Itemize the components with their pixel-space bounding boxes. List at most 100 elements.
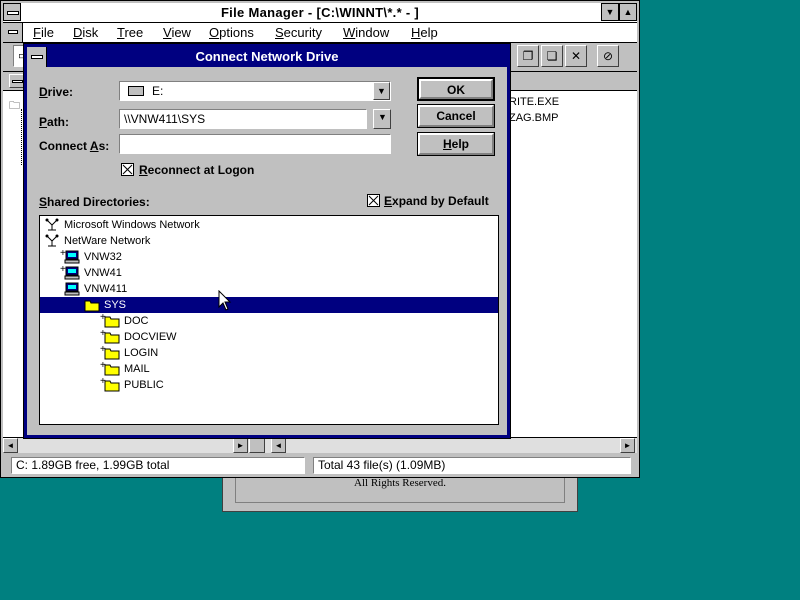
menu-tree[interactable]: Tree (117, 25, 143, 40)
files-horizontal-scrollbar[interactable]: ◄ ► (271, 437, 637, 453)
file-manager-titlebar[interactable]: File Manager - [C:\WINNT\*.* - ] ▼ ▲ (3, 3, 637, 23)
file-item[interactable]: RITE.EXE (509, 96, 559, 108)
tree-item[interactable]: Microsoft Windows Network (40, 217, 498, 233)
status-bar: C: 1.89GB free, 1.99GB total Total 43 fi… (3, 454, 637, 476)
tree-item[interactable]: + PUBLIC (40, 376, 498, 393)
folder-icon (104, 362, 120, 376)
reconnect-checkbox[interactable] (121, 163, 134, 176)
ok-button[interactable]: OK (417, 77, 495, 101)
copyright-text: All Rights Reserved. (354, 477, 446, 489)
network-icon (44, 234, 60, 248)
tree-item-label: VNW411 (84, 283, 128, 295)
copy-icon: ❐ (522, 49, 534, 63)
mouse-cursor-icon (218, 290, 232, 311)
disk-free-status: C: 1.89GB free, 1.99GB total (11, 457, 305, 474)
tree-item[interactable]: + DOCVIEW (40, 328, 498, 345)
document-system-menu-button[interactable] (3, 23, 23, 42)
scroll-left-icon[interactable]: ◄ (271, 438, 286, 453)
tree-item-label: VNW32 (84, 251, 122, 263)
dialog-titlebar[interactable]: Connect Network Drive (27, 47, 507, 67)
path-label: Path: (39, 115, 70, 129)
move-icon: ❏ (546, 49, 558, 63)
path-dropdown-button[interactable]: ▼ (373, 109, 391, 129)
scroll-right-icon[interactable]: ► (233, 438, 248, 453)
file-item[interactable]: ZAG.BMP (509, 112, 559, 124)
connect-drive-button[interactable]: ⊘ (597, 45, 619, 67)
minimize-icon: ▼ (605, 7, 615, 17)
folder-icon (84, 298, 100, 312)
help-button-label: Help (418, 133, 494, 155)
shared-directories-list[interactable]: Microsoft Windows Network NetWare Network… (39, 215, 499, 425)
maximize-button[interactable]: ▲ (619, 3, 637, 21)
drive-value: E: (152, 84, 164, 98)
connect-as-input[interactable] (119, 134, 391, 154)
tree-item[interactable]: NetWare Network (40, 233, 498, 249)
connect-as-label: Connect As: (39, 139, 110, 153)
check-x-icon (368, 195, 379, 206)
menu-security[interactable]: Security (275, 25, 322, 40)
drive-combobox[interactable]: E: ▼ (119, 81, 391, 101)
scroll-thumb[interactable] (249, 438, 265, 453)
tree-line (21, 109, 23, 165)
folder-icon: 🗀 (9, 100, 20, 112)
server-icon (64, 250, 80, 264)
tree-item[interactable]: + VNW32 (40, 248, 498, 265)
scroll-right-icon[interactable]: ► (620, 438, 635, 453)
tree-item[interactable]: + VNW41 (40, 264, 498, 281)
scroll-left-icon[interactable]: ◄ (3, 438, 18, 453)
tree-item-label: MAIL (124, 363, 150, 375)
expand-by-default-label: Expand by Default (384, 194, 489, 208)
folder-icon (104, 314, 120, 328)
drive-label: Drive: (39, 85, 74, 99)
dialog-title: Connect Network Drive (195, 49, 339, 64)
move-button[interactable]: ❏ (541, 45, 563, 67)
chevron-down-icon[interactable]: ▼ (373, 82, 390, 100)
folder-icon (104, 346, 120, 360)
cancel-button[interactable]: Cancel (417, 104, 495, 128)
file-count-status: Total 43 file(s) (1.09MB) (313, 457, 631, 474)
tree-item-label: PUBLIC (124, 379, 164, 391)
menu-disk[interactable]: Disk (73, 25, 98, 40)
drive-icon (128, 86, 144, 96)
reconnect-label: Reconnect at Logon (139, 163, 255, 177)
server-icon (64, 282, 80, 296)
menu-view[interactable]: View (163, 25, 191, 40)
ok-button-label: OK (419, 79, 493, 99)
tree-item[interactable]: + MAIL (40, 360, 498, 377)
directory-system-menu-button[interactable] (9, 74, 25, 88)
path-value: \\VNW411\SYS (124, 112, 206, 126)
tree-item[interactable]: + DOC (40, 312, 498, 329)
tree-horizontal-scrollbar[interactable]: ◄ ► (3, 437, 271, 453)
window-title: File Manager - [C:\WINNT\*.* - ] (220, 5, 420, 20)
tree-item[interactable]: + LOGIN (40, 344, 498, 361)
connect-network-drive-dialog: Connect Network Drive Drive: E: ▼ Path: … (23, 43, 511, 439)
folder-icon (104, 330, 120, 344)
tree-item-label: NetWare Network (64, 235, 151, 247)
tree-item[interactable]: SYS (40, 297, 498, 313)
tree-item-label: DOC (124, 315, 149, 327)
delete-icon: ✕ (570, 49, 582, 63)
delete-button[interactable]: ✕ (565, 45, 587, 67)
tree-item-label: VNW41 (84, 267, 122, 279)
maximize-icon: ▲ (623, 7, 633, 17)
menu-bar: File Disk Tree View Options Security Window Hel… (3, 23, 637, 43)
path-input[interactable]: \\VNW411\SYS (119, 109, 367, 129)
menu-window[interactable]: Window (343, 25, 389, 40)
menu-file[interactable]: File (33, 25, 54, 40)
chevron-down-icon: ▼ (378, 112, 387, 122)
tree-item[interactable]: VNW411 (40, 281, 498, 297)
copy-button[interactable]: ❐ (517, 45, 539, 67)
menu-options[interactable]: Options (209, 25, 254, 40)
tree-item-label: SYS (104, 299, 127, 311)
network-drive-icon: ⊘ (602, 49, 614, 63)
menu-help[interactable]: Help (411, 25, 438, 40)
minimize-button[interactable]: ▼ (601, 3, 619, 21)
tree-item-label: Microsoft Windows Network (64, 219, 200, 231)
network-icon (44, 218, 60, 232)
document-menu-icon (8, 30, 18, 34)
expand-by-default-checkbox[interactable] (367, 194, 380, 207)
tree-item-label: DOCVIEW (124, 331, 177, 343)
help-button[interactable]: Help (417, 132, 495, 156)
check-x-icon (122, 164, 133, 175)
shared-directories-label: Shared Directories: (39, 195, 150, 209)
